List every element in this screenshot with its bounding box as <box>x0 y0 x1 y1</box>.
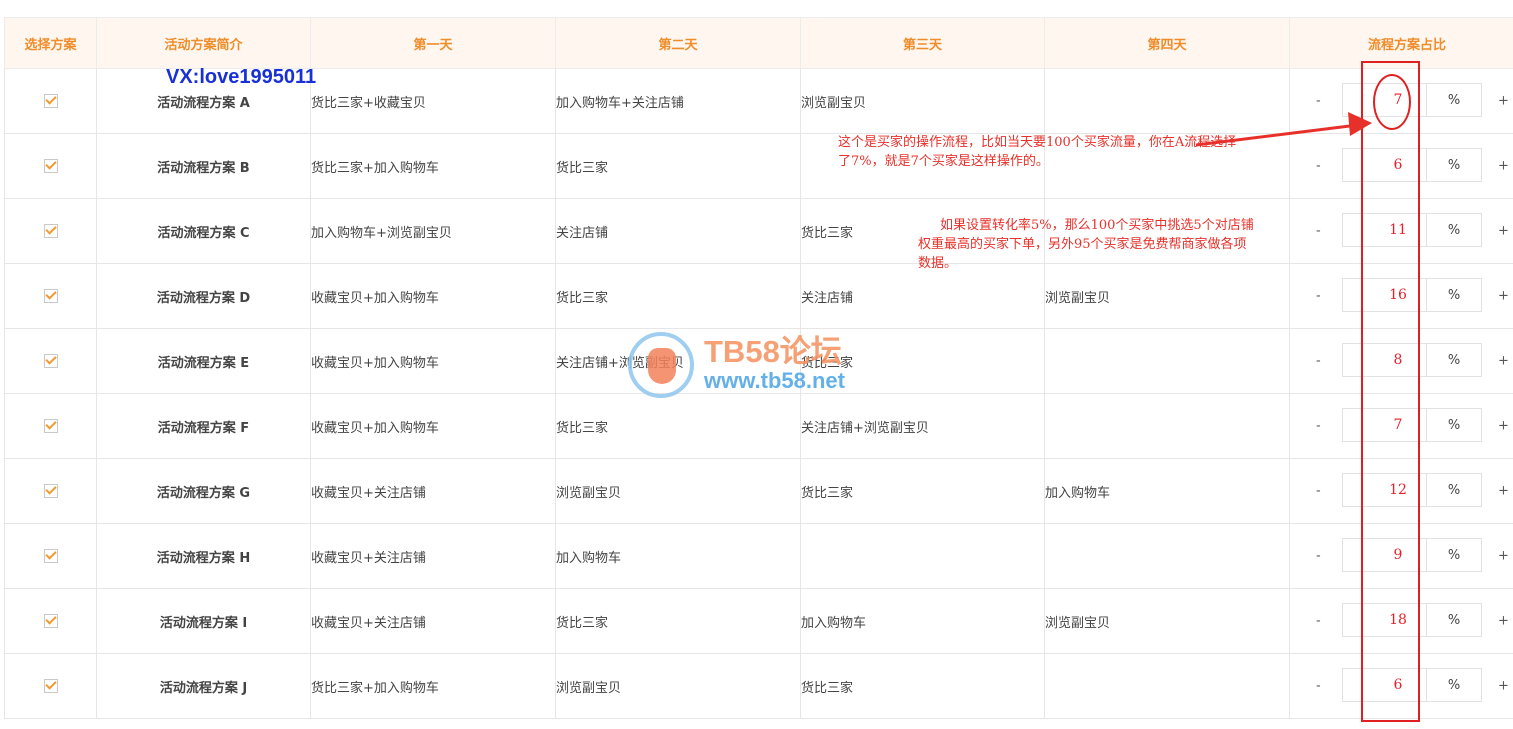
annotation-arrow-icon <box>1195 112 1372 147</box>
